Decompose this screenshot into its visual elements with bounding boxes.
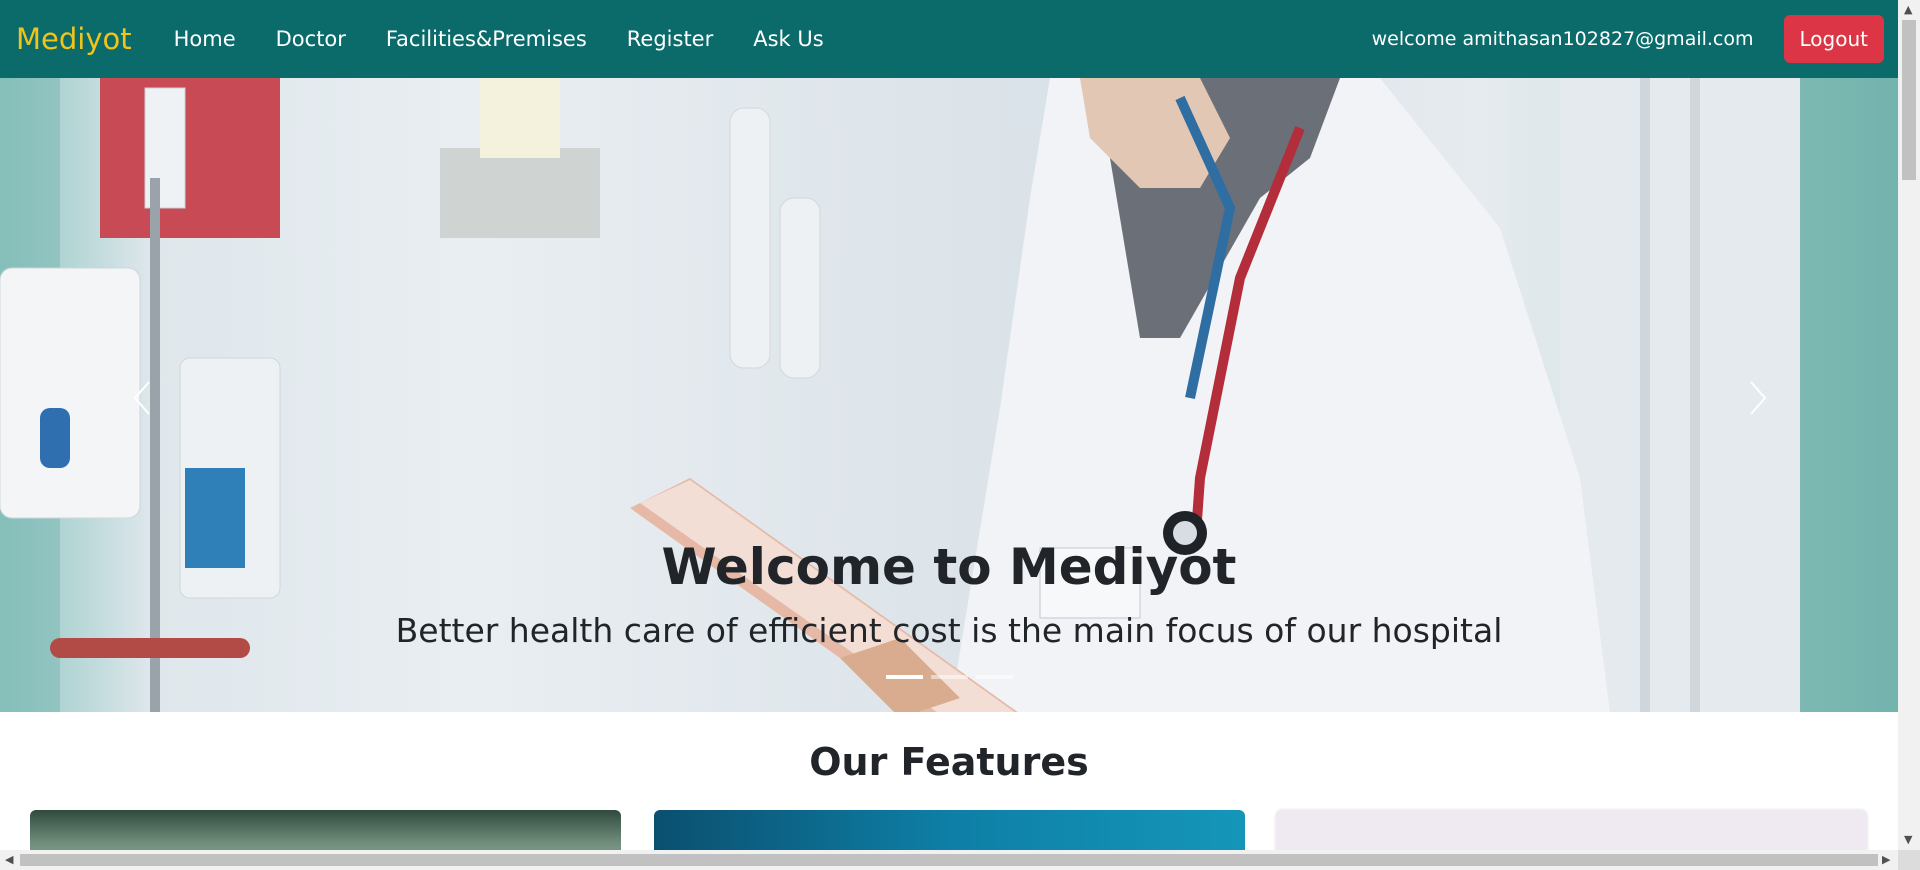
scrollbar-corner (1898, 850, 1920, 870)
nav-right: welcome amithasan102827@gmail.com Logout (1372, 15, 1898, 63)
nav-link-register[interactable]: Register (607, 27, 733, 51)
brand-logo[interactable]: Mediyot (16, 22, 132, 56)
welcome-text: welcome amithasan102827@gmail.com (1371, 28, 1754, 50)
logout-button[interactable]: Logout (1783, 15, 1884, 63)
nav-link-ask-us[interactable]: Ask Us (733, 27, 843, 51)
vertical-scrollbar[interactable]: ▲ ▼ (1898, 0, 1920, 850)
scroll-up-icon[interactable]: ▲ (1904, 4, 1912, 15)
carousel-indicator-3[interactable] (976, 675, 1013, 679)
vertical-scroll-thumb[interactable] (1902, 20, 1916, 180)
scroll-left-icon[interactable]: ◀ (5, 854, 13, 865)
carousel-next-button[interactable] (1738, 368, 1778, 428)
hero-subtitle: Better health care of efficient cost is … (395, 611, 1503, 650)
features-title: Our Features (809, 740, 1089, 784)
scroll-right-icon[interactable]: ▶ (1882, 854, 1890, 865)
chevron-left-icon (133, 381, 150, 415)
hero-title: Welcome to Mediyot (661, 538, 1237, 596)
page: Mediyot Home Doctor Facilities&Premises … (0, 0, 1920, 870)
chevron-right-icon (1750, 381, 1767, 415)
navbar: Mediyot Home Doctor Facilities&Premises … (0, 0, 1898, 78)
nav-link-doctor[interactable]: Doctor (256, 27, 366, 51)
scroll-down-icon[interactable]: ▼ (1904, 834, 1912, 845)
horizontal-scroll-thumb[interactable] (20, 854, 1878, 866)
carousel-prev-button[interactable] (122, 368, 162, 428)
carousel-indicator-2[interactable] (931, 675, 968, 679)
hero-carousel: Welcome to Mediyot Better health care of… (0, 78, 1898, 712)
carousel-indicator-1[interactable] (886, 675, 923, 679)
nav-links: Home Doctor Facilities&Premises Register… (154, 27, 844, 51)
horizontal-scrollbar[interactable]: ◀ ▶ (0, 850, 1898, 870)
nav-link-facilities[interactable]: Facilities&Premises (366, 27, 607, 51)
carousel-indicators (886, 675, 1013, 679)
nav-link-home[interactable]: Home (154, 27, 256, 51)
